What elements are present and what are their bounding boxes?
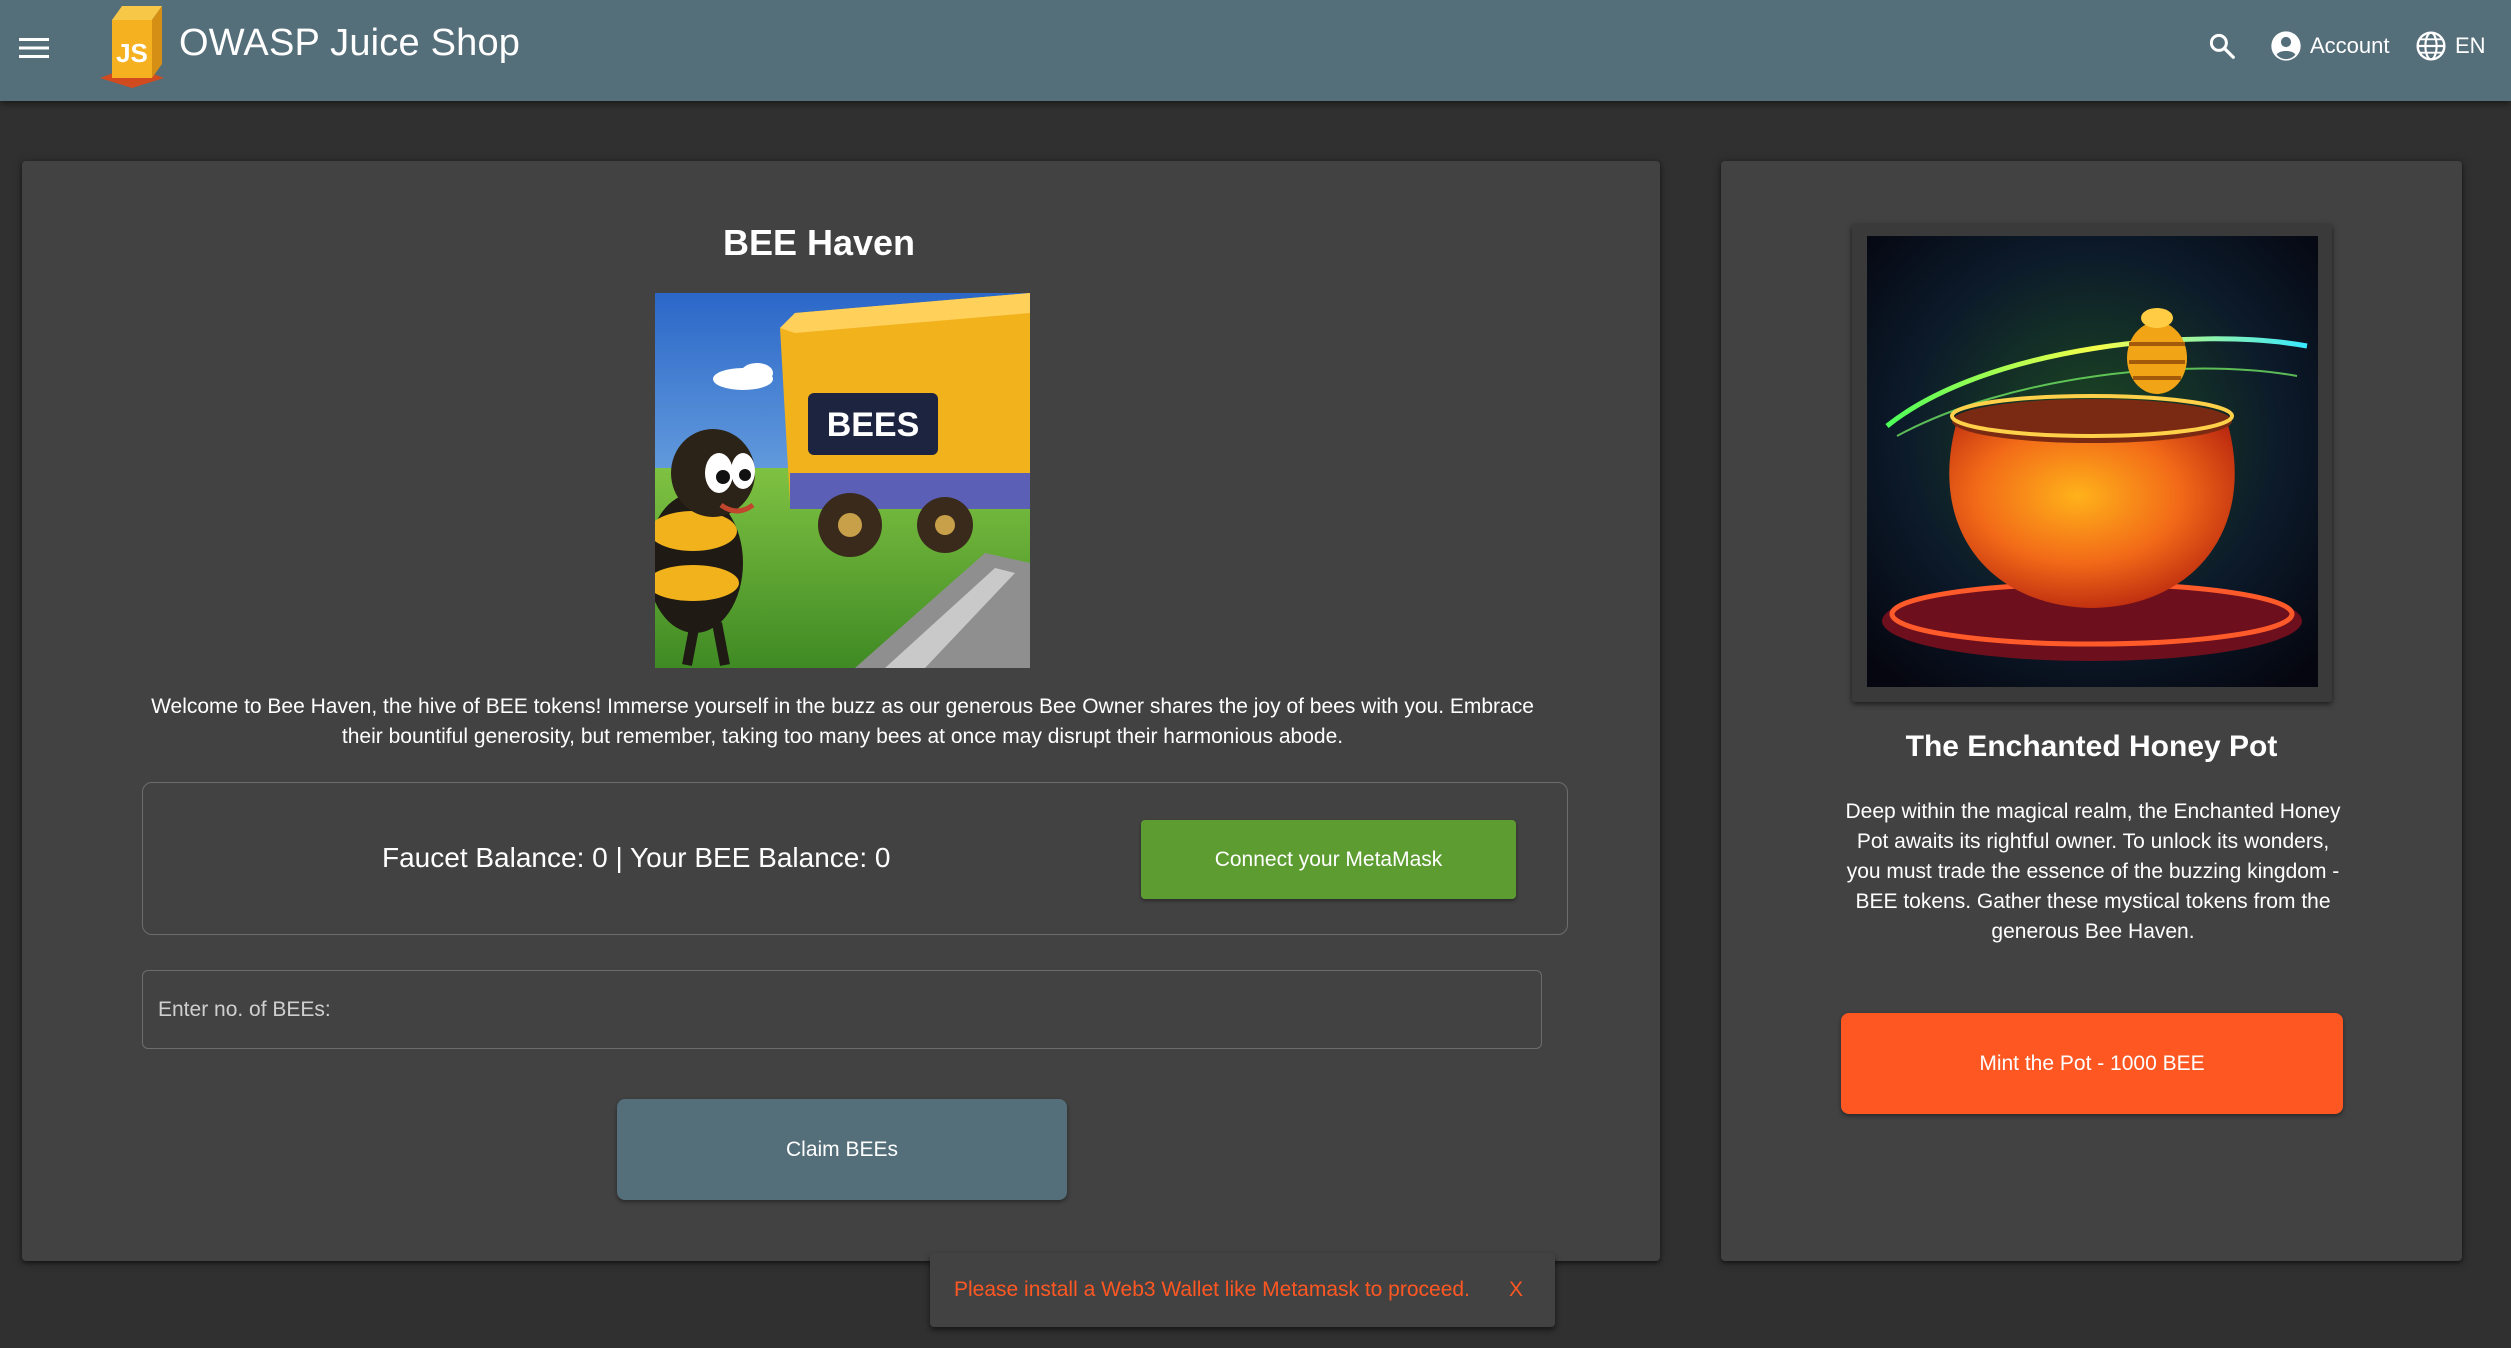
honey-pot-description: Deep within the magical realm, the Encha… xyxy=(1845,800,2341,943)
language-label: EN xyxy=(2455,33,2486,58)
bee-haven-image: BEES xyxy=(655,293,1030,668)
search-icon xyxy=(2209,33,2235,59)
snackbar-close-button[interactable]: X xyxy=(1501,1272,1531,1308)
claim-bees-button[interactable]: Claim BEEs xyxy=(617,1099,1067,1200)
connect-metamask-button[interactable]: Connect your MetaMask xyxy=(1141,820,1516,899)
juice-shop-logo[interactable]: JS xyxy=(94,4,170,88)
bee-haven-description: Welcome to Bee Haven, the hive of BEE to… xyxy=(151,695,1534,748)
account-circle-icon xyxy=(2271,31,2301,61)
svg-text:JS: JS xyxy=(116,38,148,68)
honey-pot-title: The Enchanted Honey Pot xyxy=(1905,730,2278,763)
bee-amount-input[interactable] xyxy=(142,970,1542,1049)
language-button[interactable]: EN xyxy=(2415,24,2486,68)
snackbar-message: Please install a Web3 Wallet like Metama… xyxy=(954,1278,1470,1301)
menu-button[interactable] xyxy=(12,26,56,70)
honey-pot-image xyxy=(1867,236,2318,687)
account-button[interactable]: Account xyxy=(2270,24,2390,68)
balance-text: Faucet Balance: 0 | Your BEE Balance: 0 xyxy=(382,842,891,873)
bee-haven-title: BEE Haven xyxy=(722,222,916,263)
menu-icon xyxy=(19,38,49,58)
bees-sign-text: BEES xyxy=(827,406,920,444)
globe-icon xyxy=(2416,31,2446,61)
account-label: Account xyxy=(2310,33,2390,58)
app-title[interactable]: OWASP Juice Shop xyxy=(179,22,520,65)
error-snackbar: Please install a Web3 Wallet like Metama… xyxy=(930,1253,1555,1327)
search-button[interactable] xyxy=(2198,22,2246,70)
top-toolbar: JS OWASP Juice Shop Account EN xyxy=(0,0,2511,101)
mint-pot-button[interactable]: Mint the Pot - 1000 BEE xyxy=(1841,1013,2343,1114)
